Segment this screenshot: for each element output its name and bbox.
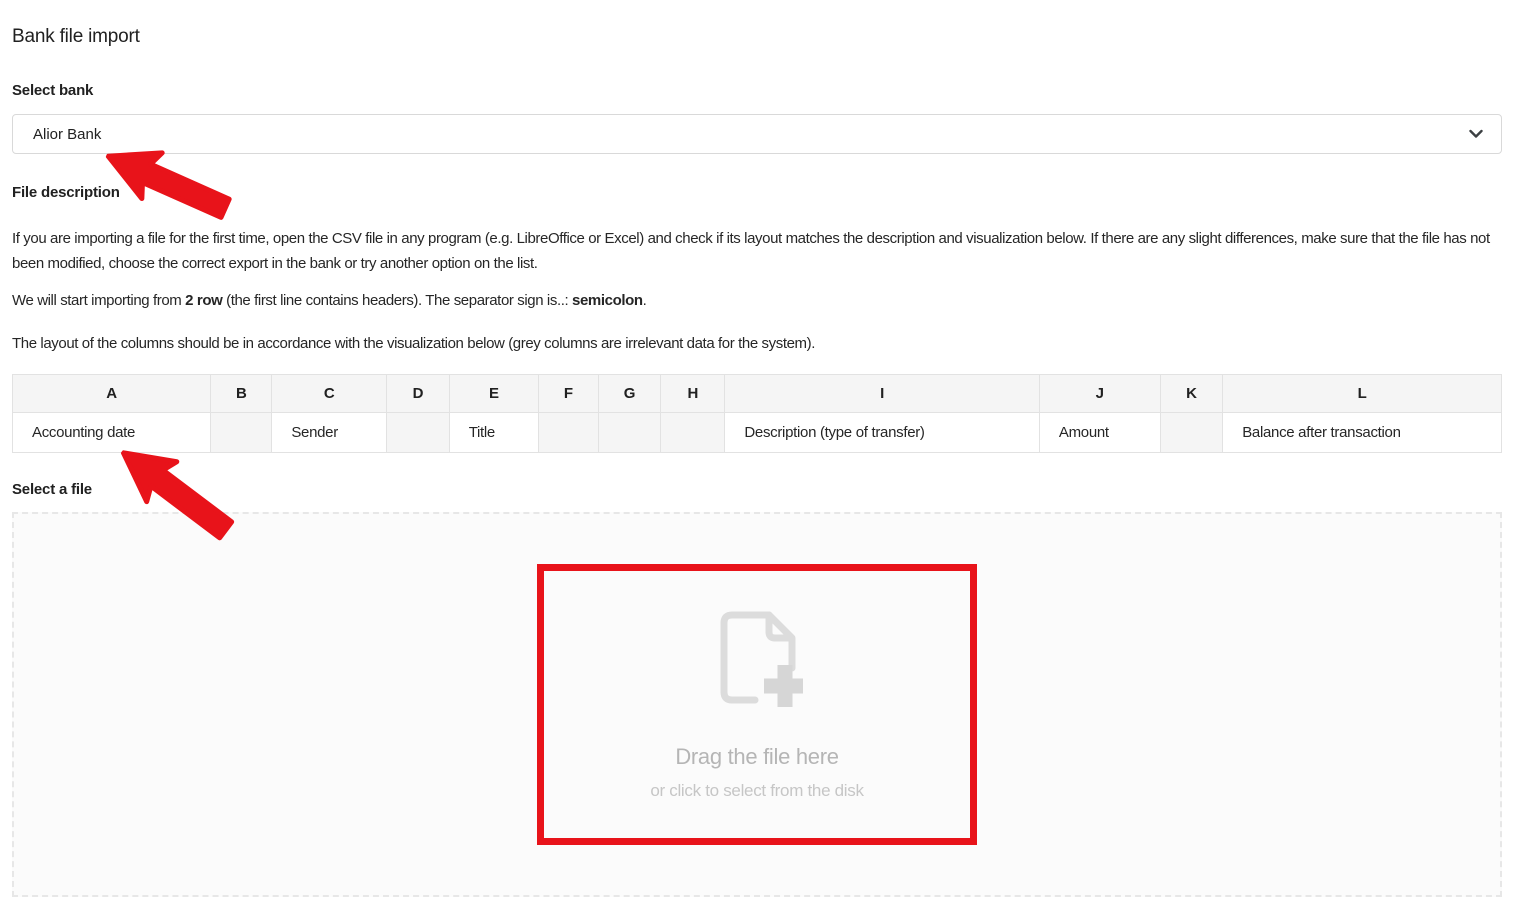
column-header-L: L <box>1223 375 1502 413</box>
import-line-middle: (the first line contains headers). The s… <box>222 292 572 309</box>
column-cell-E: Title <box>449 413 538 453</box>
import-line-suffix: . <box>643 292 647 309</box>
column-header-K: K <box>1160 375 1223 413</box>
chevron-down-icon <box>1469 130 1483 139</box>
file-description-intro: If you are importing a file for the firs… <box>12 227 1502 276</box>
column-header-G: G <box>598 375 661 413</box>
column-header-B: B <box>211 375 272 413</box>
column-cell-H <box>661 413 725 453</box>
column-cell-I: Description (type of transfer) <box>725 413 1040 453</box>
file-dropzone[interactable]: Drag the file here or click to select fr… <box>12 512 1502 897</box>
column-cell-L: Balance after transaction <box>1223 413 1502 453</box>
column-header-H: H <box>661 375 725 413</box>
file-plus-icon <box>711 608 803 708</box>
column-header-E: E <box>449 375 538 413</box>
column-header-A: A <box>13 375 211 413</box>
column-header-C: C <box>272 375 387 413</box>
file-description-heading: File description <box>12 184 1502 201</box>
column-header-J: J <box>1039 375 1160 413</box>
columns-mapping-row: Accounting date Sender Title Description (t… <box>13 413 1502 453</box>
column-cell-K <box>1160 413 1223 453</box>
column-cell-J: Amount <box>1039 413 1160 453</box>
page-title: Bank file import <box>12 26 1502 48</box>
separator-value: semicolon <box>572 292 643 309</box>
import-settings-line: We will start importing from 2 row (the … <box>12 289 1502 314</box>
select-file-label: Select a file <box>12 481 1502 498</box>
column-cell-G <box>598 413 661 453</box>
select-bank-label: Select bank <box>12 82 1502 99</box>
column-header-I: I <box>725 375 1040 413</box>
column-cell-B <box>211 413 272 453</box>
import-start-row: 2 row <box>185 292 222 309</box>
dropzone-subtitle: or click to select from the disk <box>650 781 863 801</box>
dropzone-title: Drag the file here <box>675 744 838 770</box>
bank-file-import-page: Bank file import Select bank Alior Bank … <box>0 26 1514 897</box>
column-cell-A: Accounting date <box>13 413 211 453</box>
bank-select-value: Alior Bank <box>33 126 101 143</box>
column-cell-D <box>387 413 450 453</box>
import-line-prefix: We will start importing from <box>12 292 185 309</box>
annotation-highlight-box: Drag the file here or click to select fr… <box>537 564 977 845</box>
column-cell-C: Sender <box>272 413 387 453</box>
column-header-D: D <box>387 375 450 413</box>
column-layout-line: The layout of the columns should be in a… <box>12 332 1502 357</box>
bank-select-dropdown[interactable]: Alior Bank <box>12 114 1502 154</box>
columns-header-row: ABCDEFGHIJKL <box>13 375 1502 413</box>
column-cell-F <box>539 413 599 453</box>
columns-visualization-table: ABCDEFGHIJKL Accounting dateSenderTitleD… <box>12 374 1502 453</box>
column-header-F: F <box>539 375 599 413</box>
